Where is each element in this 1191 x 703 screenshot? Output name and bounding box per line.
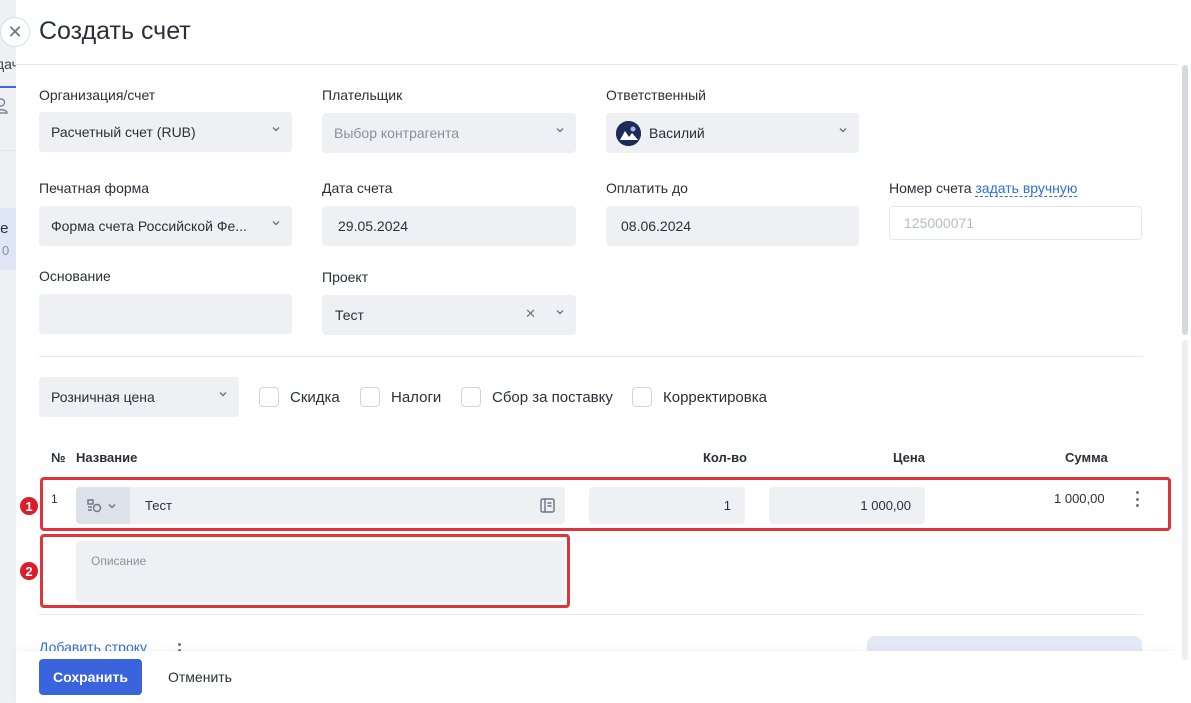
- save-button[interactable]: Сохранить: [39, 659, 142, 695]
- payer-select[interactable]: Выбор контрагента: [322, 113, 576, 153]
- adjustment-checkbox[interactable]: Корректировка: [632, 387, 767, 407]
- background-row-text: яе: [0, 220, 9, 237]
- chevron-down-icon: [556, 310, 564, 315]
- project-value: Тест: [335, 307, 364, 323]
- item-name-input[interactable]: Тест: [76, 487, 565, 524]
- invoice-date-input[interactable]: 29.05.2024: [322, 206, 576, 246]
- modal-footer: Сохранить Отменить: [16, 651, 1178, 703]
- column-header-name: Название: [76, 450, 138, 465]
- price-input[interactable]: 1 000,00: [769, 487, 925, 524]
- column-header-sum: Сумма: [1065, 450, 1108, 465]
- responsible-select[interactable]: Василий: [606, 113, 859, 153]
- annotation-badge-2: 2: [19, 561, 39, 581]
- scrollbar-thumb[interactable]: [1182, 65, 1188, 335]
- invoice-number-placeholder: 125000071: [904, 215, 975, 231]
- org-value: Расчетный счет (RUB): [51, 124, 196, 140]
- background-page: дач яе 0: [0, 0, 16, 703]
- catalog-icon[interactable]: [540, 498, 555, 513]
- set-manually-link[interactable]: задать вручную: [975, 180, 1078, 197]
- discount-checkbox[interactable]: Скидка: [259, 387, 340, 407]
- checkbox-box: [461, 387, 481, 407]
- scrollbar[interactable]: [1178, 0, 1191, 703]
- product-type-icon: [87, 499, 102, 513]
- user-icon: [0, 98, 8, 114]
- table-divider: [39, 614, 1143, 615]
- project-label: Проект: [322, 269, 369, 285]
- pay-until-value: 08.06.2024: [621, 218, 692, 234]
- responsible-label: Ответственный: [606, 87, 706, 103]
- background-tab-underline: [0, 86, 16, 88]
- responsible-value: Василий: [649, 125, 705, 141]
- quantity-input[interactable]: 1: [589, 487, 745, 524]
- price-type-select[interactable]: Розничная цена: [39, 377, 239, 417]
- org-select[interactable]: Расчетный счет (RUB): [39, 112, 292, 152]
- checkbox-box: [259, 387, 279, 407]
- print-form-value: Форма счета Российской Фе...: [51, 218, 247, 234]
- payer-placeholder: Выбор контрагента: [334, 125, 460, 141]
- column-header-qty: Кол-во: [703, 450, 747, 465]
- basis-label: Основание: [39, 268, 111, 284]
- row-number: 1: [51, 492, 58, 506]
- invoice-number-label: Номер счета задать вручную: [889, 180, 1078, 197]
- background-row-count: 0: [2, 243, 10, 258]
- invoice-number-input[interactable]: 125000071: [889, 206, 1142, 240]
- close-icon: ✕: [7, 21, 23, 42]
- description-placeholder: Описание: [91, 554, 147, 568]
- chevron-down-icon: [219, 392, 227, 397]
- quantity-value: 1: [723, 498, 731, 513]
- background-list-row: [0, 208, 16, 270]
- avatar: [616, 120, 641, 146]
- annotation-badge-1: 1: [19, 496, 39, 516]
- taxes-checkbox[interactable]: Налоги: [360, 387, 441, 407]
- project-select[interactable]: Тест ✕: [322, 295, 576, 335]
- discount-label: Скидка: [290, 388, 340, 406]
- print-form-select[interactable]: Форма счета Российской Фе...: [39, 206, 292, 246]
- column-header-num: №: [51, 450, 66, 465]
- chevron-down-icon: [272, 127, 280, 132]
- clear-icon[interactable]: ✕: [525, 306, 536, 322]
- invoice-number-label-text: Номер счета: [889, 180, 972, 196]
- chevron-down-icon: [556, 128, 564, 133]
- invoice-date-value: 29.05.2024: [338, 218, 409, 234]
- chevron-down-icon: [272, 221, 280, 226]
- cancel-button[interactable]: Отменить: [168, 669, 232, 685]
- invoice-date-label: Дата счета: [322, 180, 393, 196]
- row-menu-icon[interactable]: [1132, 491, 1142, 507]
- delivery-fee-label: Сбор за поставку: [492, 388, 613, 406]
- print-form-label: Печатная форма: [39, 180, 150, 196]
- create-invoice-modal: Создать счет Организация/счет Расчетный …: [16, 0, 1178, 703]
- payer-label: Плательщик: [322, 87, 403, 103]
- delivery-fee-checkbox[interactable]: Сбор за поставку: [461, 387, 613, 407]
- item-name-value: Тест: [145, 498, 172, 513]
- background-divider: [0, 150, 16, 151]
- org-label: Организация/счет: [39, 87, 156, 103]
- checkbox-box: [632, 387, 652, 407]
- column-header-price: Цена: [893, 450, 925, 465]
- basis-input[interactable]: [39, 294, 292, 334]
- adjustment-label: Корректировка: [663, 388, 767, 406]
- chevron-down-icon: [839, 128, 847, 133]
- checkbox-box: [360, 387, 380, 407]
- description-input[interactable]: Описание: [76, 541, 565, 602]
- item-type-select[interactable]: [76, 487, 130, 524]
- price-type-value: Розничная цена: [51, 389, 155, 405]
- close-modal-button[interactable]: ✕: [0, 17, 30, 47]
- row-sum: 1 000,00: [1054, 491, 1105, 506]
- taxes-label: Налоги: [391, 388, 442, 406]
- price-value: 1 000,00: [860, 498, 911, 513]
- section-divider: [39, 356, 1143, 357]
- background-tab-label: дач: [0, 56, 16, 72]
- scrollbar-track: [1182, 340, 1188, 660]
- pay-until-label: Оплатить до: [606, 180, 688, 196]
- pay-until-input[interactable]: 08.06.2024: [606, 206, 859, 246]
- modal-title: Создать счет: [39, 17, 191, 45]
- title-divider: [16, 64, 1178, 65]
- chevron-down-icon: [108, 504, 116, 509]
